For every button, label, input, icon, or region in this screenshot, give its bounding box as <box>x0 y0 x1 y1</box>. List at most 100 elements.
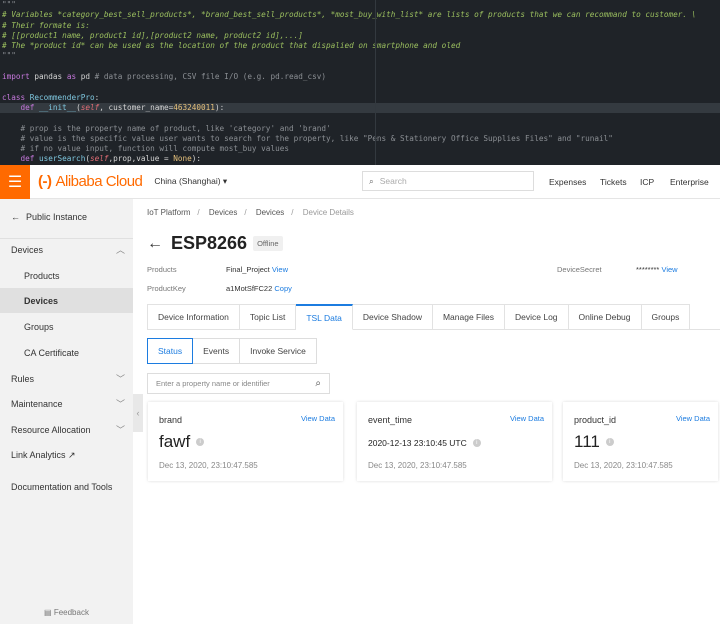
page-title-row: ← ESP8266 Offline <box>147 233 283 254</box>
code-token: RecommenderPro <box>25 92 95 102</box>
sidebar: ← Public Instance Devices ︿ Products Devices… <box>0 199 133 624</box>
code-token: """ <box>2 51 16 61</box>
tickets-link[interactable]: Tickets <box>600 177 627 187</box>
property-value: 2020-12-13 23:10:45 UTC <box>368 438 467 448</box>
code-lines: """ # Variables *category_best_sell_produ… <box>0 0 720 165</box>
sidebar-item-ca-certificate[interactable]: CA Certificate <box>0 340 133 365</box>
products-value: Final_Project View <box>226 265 288 274</box>
sidebar-item-documentation-and-tools[interactable]: Documentation and Tools <box>0 474 133 499</box>
tab-manage-files[interactable]: Manage Files <box>432 304 505 330</box>
code-token: __init__ <box>34 102 77 112</box>
sidebar-item-devices[interactable]: Devices <box>0 288 133 313</box>
subtab-invoke-service[interactable]: Invoke Service <box>240 338 317 364</box>
page-title: ESP8266 <box>171 233 248 253</box>
subtab-events[interactable]: Events <box>193 338 241 364</box>
chevron-down-icon: ﹀ <box>115 425 125 435</box>
feedback-button[interactable]: ▤ Feedback <box>0 608 133 617</box>
property-search-placeholder: Enter a property name or identifier <box>156 379 270 388</box>
code-token: self <box>89 154 109 164</box>
code-line: import pandas as pd # data processing, C… <box>0 72 720 82</box>
expenses-link[interactable]: Expenses <box>549 177 586 187</box>
sidebar-item-label: Resource Allocation <box>11 424 91 435</box>
sidebar-item-devices[interactable]: Devices ︿ <box>0 237 133 262</box>
sidebar-item-label: Link Analytics ↗ <box>11 450 76 460</box>
hamburger-icon[interactable]: ☰ <box>0 164 30 199</box>
property-value-row: 111 i <box>574 432 614 452</box>
property-value: 111 <box>574 432 600 451</box>
feedback-label: Feedback <box>53 608 89 617</box>
search-input[interactable]: ⌕ Search <box>362 171 534 191</box>
tab-device-log[interactable]: Device Log <box>505 304 569 330</box>
subtab-status[interactable]: Status <box>147 338 194 364</box>
code-token: , customer_name= <box>99 102 174 112</box>
view-product-link[interactable]: View <box>272 265 288 274</box>
enterprise-link[interactable]: Enterprise <box>670 177 709 187</box>
tab-device-information[interactable]: Device Information <box>147 304 240 330</box>
crumb-devices-2[interactable]: Devices <box>256 208 284 217</box>
view-secret-link[interactable]: View <box>661 265 677 274</box>
sidebar-item-groups[interactable]: Groups <box>0 314 133 339</box>
sidebar-item-resource-allocation[interactable]: Resource Allocation ﹀ <box>0 417 133 442</box>
view-data-link[interactable]: View Data <box>301 414 335 423</box>
code-token: def <box>2 102 35 112</box>
property-timestamp: Dec 13, 2020, 23:10:47.585 <box>574 461 673 470</box>
code-editor: """ # Variables *category_best_sell_produ… <box>0 0 720 165</box>
crumb-devices[interactable]: Devices <box>209 208 237 217</box>
region-selector[interactable]: China (Shanghai) ▾ <box>154 176 227 187</box>
back-arrow-icon[interactable]: ← <box>147 235 163 253</box>
code-token: # The *product id* can be used as the lo… <box>2 41 461 51</box>
main-content: IoT Platform / Devices / Devices / Device D… <box>133 199 720 624</box>
property-name: product_id <box>574 415 617 425</box>
tab-device-shadow[interactable]: Device Shadow <box>352 304 433 330</box>
code-token: # value is the specific value user wants… <box>2 133 613 143</box>
sidebar-item-label: Devices <box>11 244 44 255</box>
code-token: # Their formate is: <box>2 20 90 30</box>
public-instance-back[interactable]: ← Public Instance <box>0 204 133 229</box>
code-token: import <box>2 72 30 82</box>
secret-text: ******** <box>636 265 660 274</box>
property-value-row: fawf i <box>159 432 205 452</box>
view-data-link[interactable]: View Data <box>676 414 710 423</box>
code-line: # prop is the property name of product, … <box>0 124 720 134</box>
info-icon[interactable]: i <box>472 439 481 447</box>
code-token: class <box>2 92 26 102</box>
info-icon[interactable]: i <box>605 438 614 446</box>
icp-link[interactable]: ICP <box>640 177 654 187</box>
code-line: # Variables *category_best_sell_products… <box>0 10 720 20</box>
sidebar-item-maintenance[interactable]: Maintenance ﹀ <box>0 391 133 416</box>
property-card-brand: brand View Data fawf i Dec 13, 2020, 23:1… <box>148 402 343 481</box>
sidebar-item-rules[interactable]: Rules ﹀ <box>0 366 133 391</box>
status-badge: Offline <box>253 236 283 251</box>
view-data-link[interactable]: View Data <box>510 414 544 423</box>
tab-tsl-data[interactable]: TSL Data <box>296 304 353 330</box>
crumb-device-details: Device Details <box>302 208 354 217</box>
product-name: Final_Project <box>226 265 270 274</box>
sidebar-item-link-analytics[interactable]: Link Analytics ↗ <box>0 443 133 468</box>
code-token: None <box>173 154 192 164</box>
property-search-input[interactable]: Enter a property name or identifier ⌕ <box>147 373 330 394</box>
sidebar-item-label: Groups <box>24 321 54 332</box>
code-line: """ <box>0 0 720 10</box>
alibaba-cloud-logo[interactable]: (-) Alibaba Cloud <box>38 173 143 190</box>
sidebar-item-products[interactable]: Products <box>0 263 133 288</box>
code-line: # The *product id* can be used as the lo… <box>0 41 720 51</box>
sidebar-item-label: CA Certificate <box>24 347 80 358</box>
property-name: brand <box>159 415 183 425</box>
sidebar-item-label: Products <box>24 270 60 281</box>
tab-topic-list[interactable]: Topic List <box>239 304 297 330</box>
tab-online-debug[interactable]: Online Debug <box>568 304 642 330</box>
copy-productkey-link[interactable]: Copy <box>274 284 292 293</box>
tab-groups[interactable]: Groups <box>641 304 691 330</box>
code-token: # data processing, CSV file I/O (e.g. pd… <box>94 72 327 82</box>
search-placeholder: Search <box>379 176 407 186</box>
code-token: """ <box>2 0 16 9</box>
back-arrow-icon: ← <box>11 211 20 222</box>
info-icon[interactable]: i <box>196 438 205 446</box>
code-line: # [[product1 name, product1 id],[product… <box>0 31 720 41</box>
back-label: Public Instance <box>26 211 88 222</box>
code-token: pd <box>76 72 95 82</box>
crumb-iot-platform[interactable]: IoT Platform <box>147 208 190 217</box>
ruler-line <box>375 0 376 165</box>
